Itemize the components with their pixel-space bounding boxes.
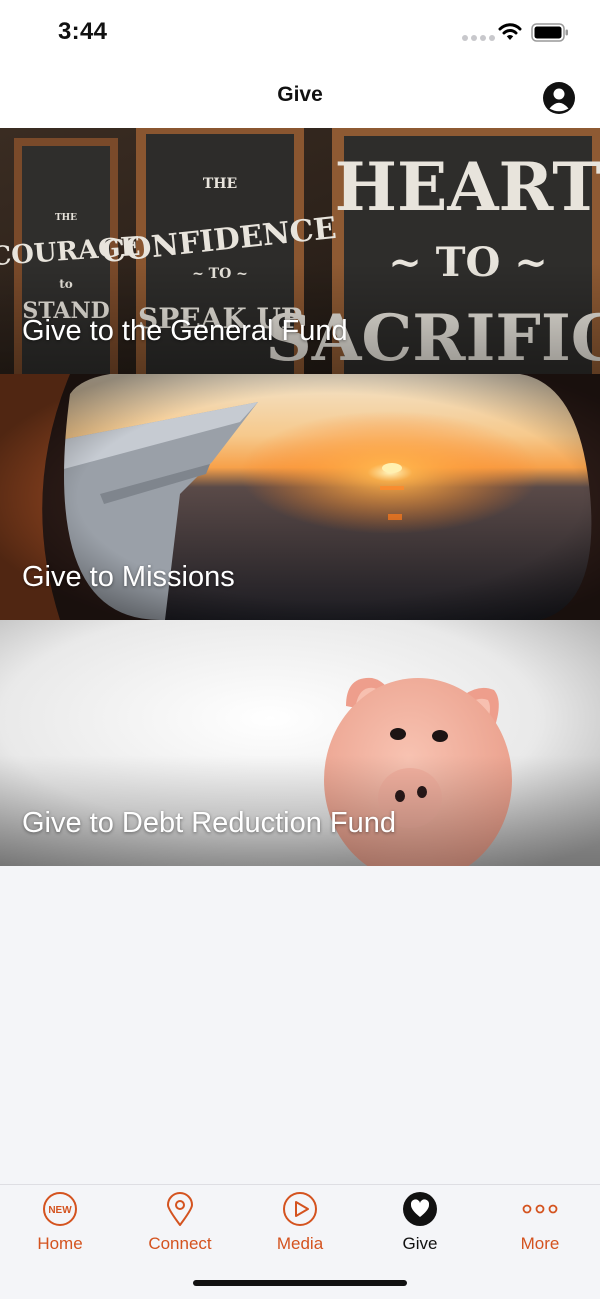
- status-bar: 3:44: [0, 0, 600, 66]
- give-option-missions[interactable]: Give to Missions: [0, 374, 600, 620]
- heart-circle-icon: [403, 1192, 437, 1226]
- tab-media[interactable]: Media: [240, 1185, 360, 1265]
- nav-bar: Give: [0, 66, 600, 128]
- wifi-icon: [498, 23, 522, 40]
- tab-home[interactable]: NEW Home: [0, 1185, 120, 1265]
- tab-more[interactable]: More: [480, 1185, 600, 1265]
- location-pin-icon: [167, 1192, 193, 1226]
- give-option-general-fund[interactable]: THE COURAGE to STAND THE CONFIDENCE ~ TO…: [0, 128, 600, 374]
- tab-connect[interactable]: Connect: [120, 1185, 240, 1265]
- card-title: Give to the General Fund: [22, 315, 348, 347]
- card-title: Give to Missions: [22, 561, 235, 593]
- new-badge-icon: NEW: [43, 1192, 77, 1226]
- play-circle-icon: [283, 1192, 317, 1226]
- tab-label: Give: [402, 1234, 438, 1253]
- tab-label: Home: [37, 1234, 83, 1253]
- tab-give[interactable]: Give: [360, 1185, 480, 1265]
- tab-label: Connect: [148, 1234, 212, 1253]
- tab-label: More: [520, 1234, 560, 1253]
- person-circle-icon[interactable]: [542, 81, 576, 115]
- signal-dots-icon: [462, 35, 495, 41]
- status-time: 3:44: [58, 18, 108, 45]
- svg-text:NEW: NEW: [48, 1205, 72, 1216]
- tab-label: Media: [276, 1234, 324, 1253]
- battery-icon: [531, 23, 568, 42]
- home-indicator[interactable]: [193, 1280, 407, 1286]
- more-dots-icon: [522, 1204, 558, 1214]
- give-option-debt-reduction[interactable]: Give to Debt Reduction Fund: [0, 620, 600, 866]
- card-title: Give to Debt Reduction Fund: [22, 807, 396, 839]
- page-title: Give: [277, 83, 323, 106]
